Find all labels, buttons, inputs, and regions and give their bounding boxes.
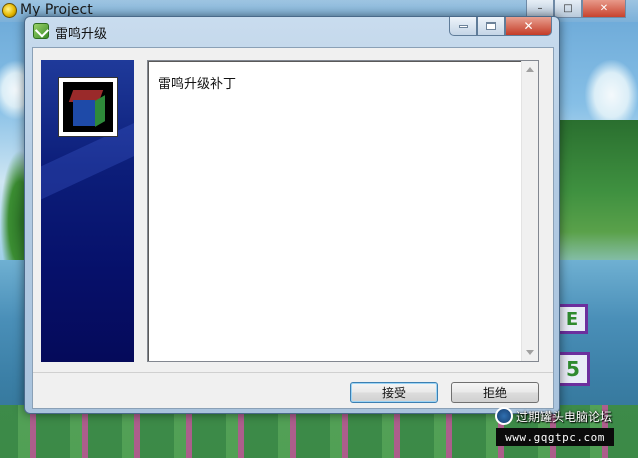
parent-close-button[interactable]: ✕	[582, 0, 626, 18]
watermark-logo-icon	[495, 407, 513, 425]
dialog-title: 雷鸣升级	[55, 27, 108, 42]
close-icon: ✕	[523, 19, 534, 33]
reject-button[interactable]: 拒绝	[451, 382, 539, 403]
dialog-client-area: 雷鸣升级补丁 接受 拒绝	[32, 47, 554, 409]
product-cube-icon	[63, 82, 113, 132]
license-dialog: 雷鸣升级 ✕ 雷鸣升级补丁 接受 拒绝	[24, 16, 560, 414]
maximize-icon	[486, 22, 496, 30]
dialog-close-button[interactable]: ✕	[505, 17, 552, 36]
background-trees-right	[560, 120, 638, 280]
dialog-titlebar[interactable]: 雷鸣升级 ✕	[25, 17, 559, 45]
scroll-down-icon[interactable]	[526, 350, 534, 355]
forum-watermark: 过期罐头电脑论坛 www.gqgtpc.com	[492, 404, 614, 448]
background-panel-5: 5	[556, 352, 590, 386]
dialog-app-icon	[33, 23, 49, 39]
minimize-icon	[458, 24, 468, 28]
side-banner	[41, 60, 134, 362]
dialog-window-controls: ✕	[449, 17, 552, 36]
parent-maximize-button[interactable]: □	[554, 0, 582, 18]
app-logo-icon	[2, 3, 17, 18]
watermark-url: www.gqgtpc.com	[496, 428, 614, 446]
vertical-scrollbar[interactable]	[521, 61, 538, 361]
license-text: 雷鸣升级补丁	[158, 77, 237, 92]
button-bar-separator	[33, 372, 553, 373]
license-text-area[interactable]: 雷鸣升级补丁	[147, 60, 539, 362]
scroll-up-icon[interactable]	[526, 67, 534, 72]
watermark-title: 过期罐头电脑论坛	[516, 410, 613, 424]
accept-button[interactable]: 接受	[350, 382, 438, 403]
background-panel-e: E	[556, 304, 588, 334]
dialog-maximize-button[interactable]	[477, 17, 505, 36]
dialog-minimize-button[interactable]	[449, 17, 477, 36]
product-logo	[58, 77, 118, 137]
